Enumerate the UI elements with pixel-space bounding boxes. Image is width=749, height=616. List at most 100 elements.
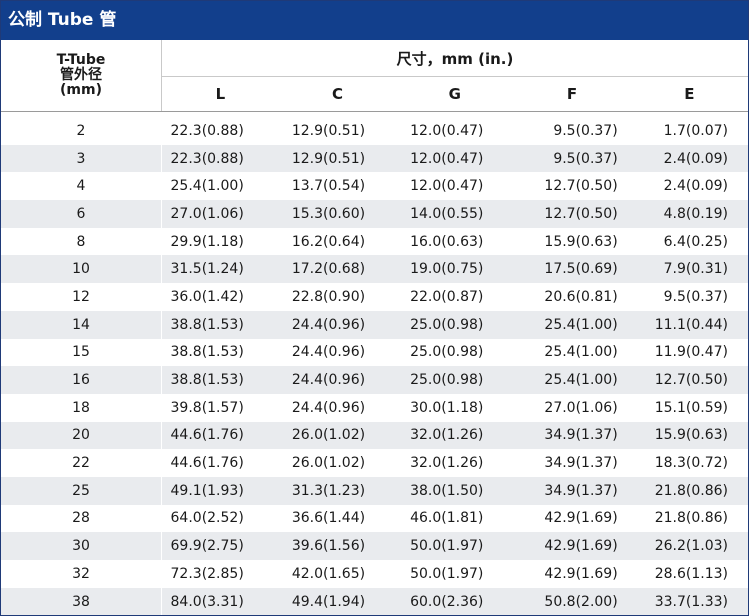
cell-e: 18.3(0.72) (654, 455, 728, 472)
cell-g: 25.0(0.98) (410, 344, 484, 361)
table-title: 公制 Tube 管 (1, 1, 748, 40)
cell-tube-od: 8 (1, 227, 162, 256)
cell-f: 25.4(1.00) (513, 310, 631, 339)
column-header-g: G (396, 76, 514, 112)
cell-g: 50.0(1.97) (396, 532, 514, 560)
cell-g: 25.0(0.98) (396, 366, 514, 394)
cell-tube-od: 38 (1, 587, 162, 616)
cell-l: 38.8(1.53) (170, 344, 244, 361)
table-row: 38 84.0(3.31) 49.4(1.94) 60.0(2.36) 50.8(2.0… (1, 587, 748, 616)
cell-f: 12.7(0.50) (544, 178, 618, 195)
cell-c: 42.0(1.65) (291, 565, 366, 582)
cell-c: 39.6(1.56) (278, 532, 397, 560)
cell-f: 50.8(2.00) (513, 587, 631, 616)
cell-g: 38.0(1.50) (396, 476, 514, 505)
cell-f: 34.9(1.37) (513, 476, 631, 505)
cell-e: 28.6(1.13) (654, 565, 728, 582)
cell-tube-od: 4 (1, 172, 162, 201)
table-row: 32 72.3(2.85) 42.0(1.65) 50.0(1.97) 42.9(1.6… (1, 560, 748, 588)
cell-f: 20.6(0.81) (544, 288, 618, 305)
table-row: 16 38.8(1.53) 24.4(0.96) 25.0(0.98) 25.4(1.0… (1, 366, 748, 394)
cell-c: 26.0(1.02) (291, 455, 366, 472)
cell-l: 84.0(3.31) (161, 587, 279, 616)
table-row: 15 38.8(1.53) 24.4(0.96) 25.0(0.98) 25.4(1.0… (1, 338, 748, 367)
cell-c: 13.7(0.54) (291, 178, 366, 195)
table-row: 6 27.0(1.06) 15.3(0.60) 14.0(0.55) 12.7(0.50… (1, 200, 748, 228)
cell-e: 11.9(0.47) (654, 344, 728, 361)
table-row: 10 31.5(1.24) 17.2(0.68) 19.0(0.75) 17.5(0.6… (1, 255, 748, 284)
cell-e: 2.4(0.09) (630, 144, 748, 173)
table-row: 4 25.4(1.00) 13.7(0.54) 12.0(0.47) 12.7(0.50… (1, 172, 748, 201)
cell-l: 38.8(1.53) (161, 366, 279, 394)
spec-table-frame: 公制 Tube 管 T-Tube 管外径 (mm) 尺寸，mm (in.) L … (0, 0, 749, 616)
cell-e: 2.4(0.09) (663, 178, 728, 195)
cell-l: 38.8(1.53) (161, 310, 279, 339)
cell-l: 25.4(1.00) (170, 178, 244, 195)
cell-tube-od: 3 (1, 144, 162, 173)
cell-g: 16.0(0.63) (410, 233, 484, 250)
cell-c: 17.2(0.68) (278, 255, 397, 284)
cell-tube-od: 12 (1, 283, 162, 311)
cell-e: 15.9(0.63) (630, 421, 748, 450)
cell-g: 12.0(0.47) (410, 122, 484, 139)
cell-f: 25.4(1.00) (544, 344, 618, 361)
cell-g: 12.0(0.47) (396, 144, 514, 173)
cell-f: 42.9(1.69) (544, 565, 618, 582)
cell-l: 64.0(2.52) (170, 510, 244, 527)
cell-e: 6.4(0.25) (663, 233, 728, 250)
cell-g: 46.0(1.81) (410, 510, 484, 527)
table-body: 2 22.3(0.88) 12.9(0.51) 12.0(0.47) 9.5(0.37)… (1, 117, 748, 616)
table-row: 2 22.3(0.88) 12.9(0.51) 12.0(0.47) 9.5(0.37)… (1, 117, 748, 145)
table-row: 22 44.6(1.76) 26.0(1.02) 32.0(1.26) 34.9(1.3… (1, 449, 748, 477)
cell-l: 36.0(1.42) (170, 288, 244, 305)
table-row: 14 38.8(1.53) 24.4(0.96) 25.0(0.98) 25.4(1.0… (1, 310, 748, 339)
column-header-c: C (278, 76, 397, 112)
tube-od-header-line1: T-Tube (56, 52, 106, 68)
column-header-f: F (513, 76, 631, 112)
column-header-l: L (161, 76, 279, 112)
cell-l: 44.6(1.76) (161, 421, 279, 450)
cell-l: 27.0(1.06) (161, 200, 279, 228)
cell-c: 24.4(0.96) (278, 366, 397, 394)
cell-tube-od: 6 (1, 200, 162, 228)
cell-g: 30.0(1.18) (410, 399, 484, 416)
cell-f: 34.9(1.37) (544, 455, 618, 472)
cell-e: 21.8(0.86) (630, 476, 748, 505)
cell-c: 36.6(1.44) (291, 510, 366, 527)
cell-f: 27.0(1.06) (544, 399, 618, 416)
cell-c: 24.4(0.96) (291, 344, 366, 361)
cell-e: 12.7(0.50) (630, 366, 748, 394)
cell-f: 12.7(0.50) (513, 200, 631, 228)
cell-f: 15.9(0.63) (544, 233, 618, 250)
cell-tube-od: 28 (1, 504, 162, 533)
cell-l: 39.8(1.57) (170, 399, 244, 416)
cell-g: 25.0(0.98) (396, 310, 514, 339)
cell-g: 19.0(0.75) (396, 255, 514, 284)
table-row: 18 39.8(1.57) 24.4(0.96) 30.0(1.18) 27.0(1.0… (1, 393, 748, 422)
cell-c: 12.9(0.51) (278, 144, 397, 173)
cell-e: 7.9(0.31) (630, 255, 748, 284)
cell-tube-od: 16 (1, 366, 162, 394)
cell-e: 11.1(0.44) (630, 310, 748, 339)
cell-e: 26.2(1.03) (630, 532, 748, 560)
cell-g: 50.0(1.97) (410, 565, 484, 582)
cell-f: 9.5(0.37) (513, 144, 631, 173)
cell-c: 24.4(0.96) (291, 399, 366, 416)
cell-f: 42.9(1.69) (544, 510, 618, 527)
cell-g: 60.0(2.36) (396, 587, 514, 616)
cell-c: 16.2(0.64) (291, 233, 366, 250)
cell-tube-od: 25 (1, 476, 162, 505)
cell-g: 22.0(0.87) (410, 288, 484, 305)
cell-tube-od: 30 (1, 532, 162, 560)
cell-c: 24.4(0.96) (278, 310, 397, 339)
cell-f: 17.5(0.69) (513, 255, 631, 284)
cell-tube-od: 10 (1, 255, 162, 284)
cell-l: 29.9(1.18) (170, 233, 244, 250)
cell-c: 49.4(1.94) (278, 587, 397, 616)
cell-l: 49.1(1.93) (161, 476, 279, 505)
cell-l: 44.6(1.76) (170, 455, 244, 472)
cell-f: 25.4(1.00) (513, 366, 631, 394)
tube-od-header: T-Tube 管外径 (mm) (1, 40, 162, 112)
cell-e: 9.5(0.37) (663, 288, 728, 305)
cell-c: 22.8(0.90) (291, 288, 366, 305)
